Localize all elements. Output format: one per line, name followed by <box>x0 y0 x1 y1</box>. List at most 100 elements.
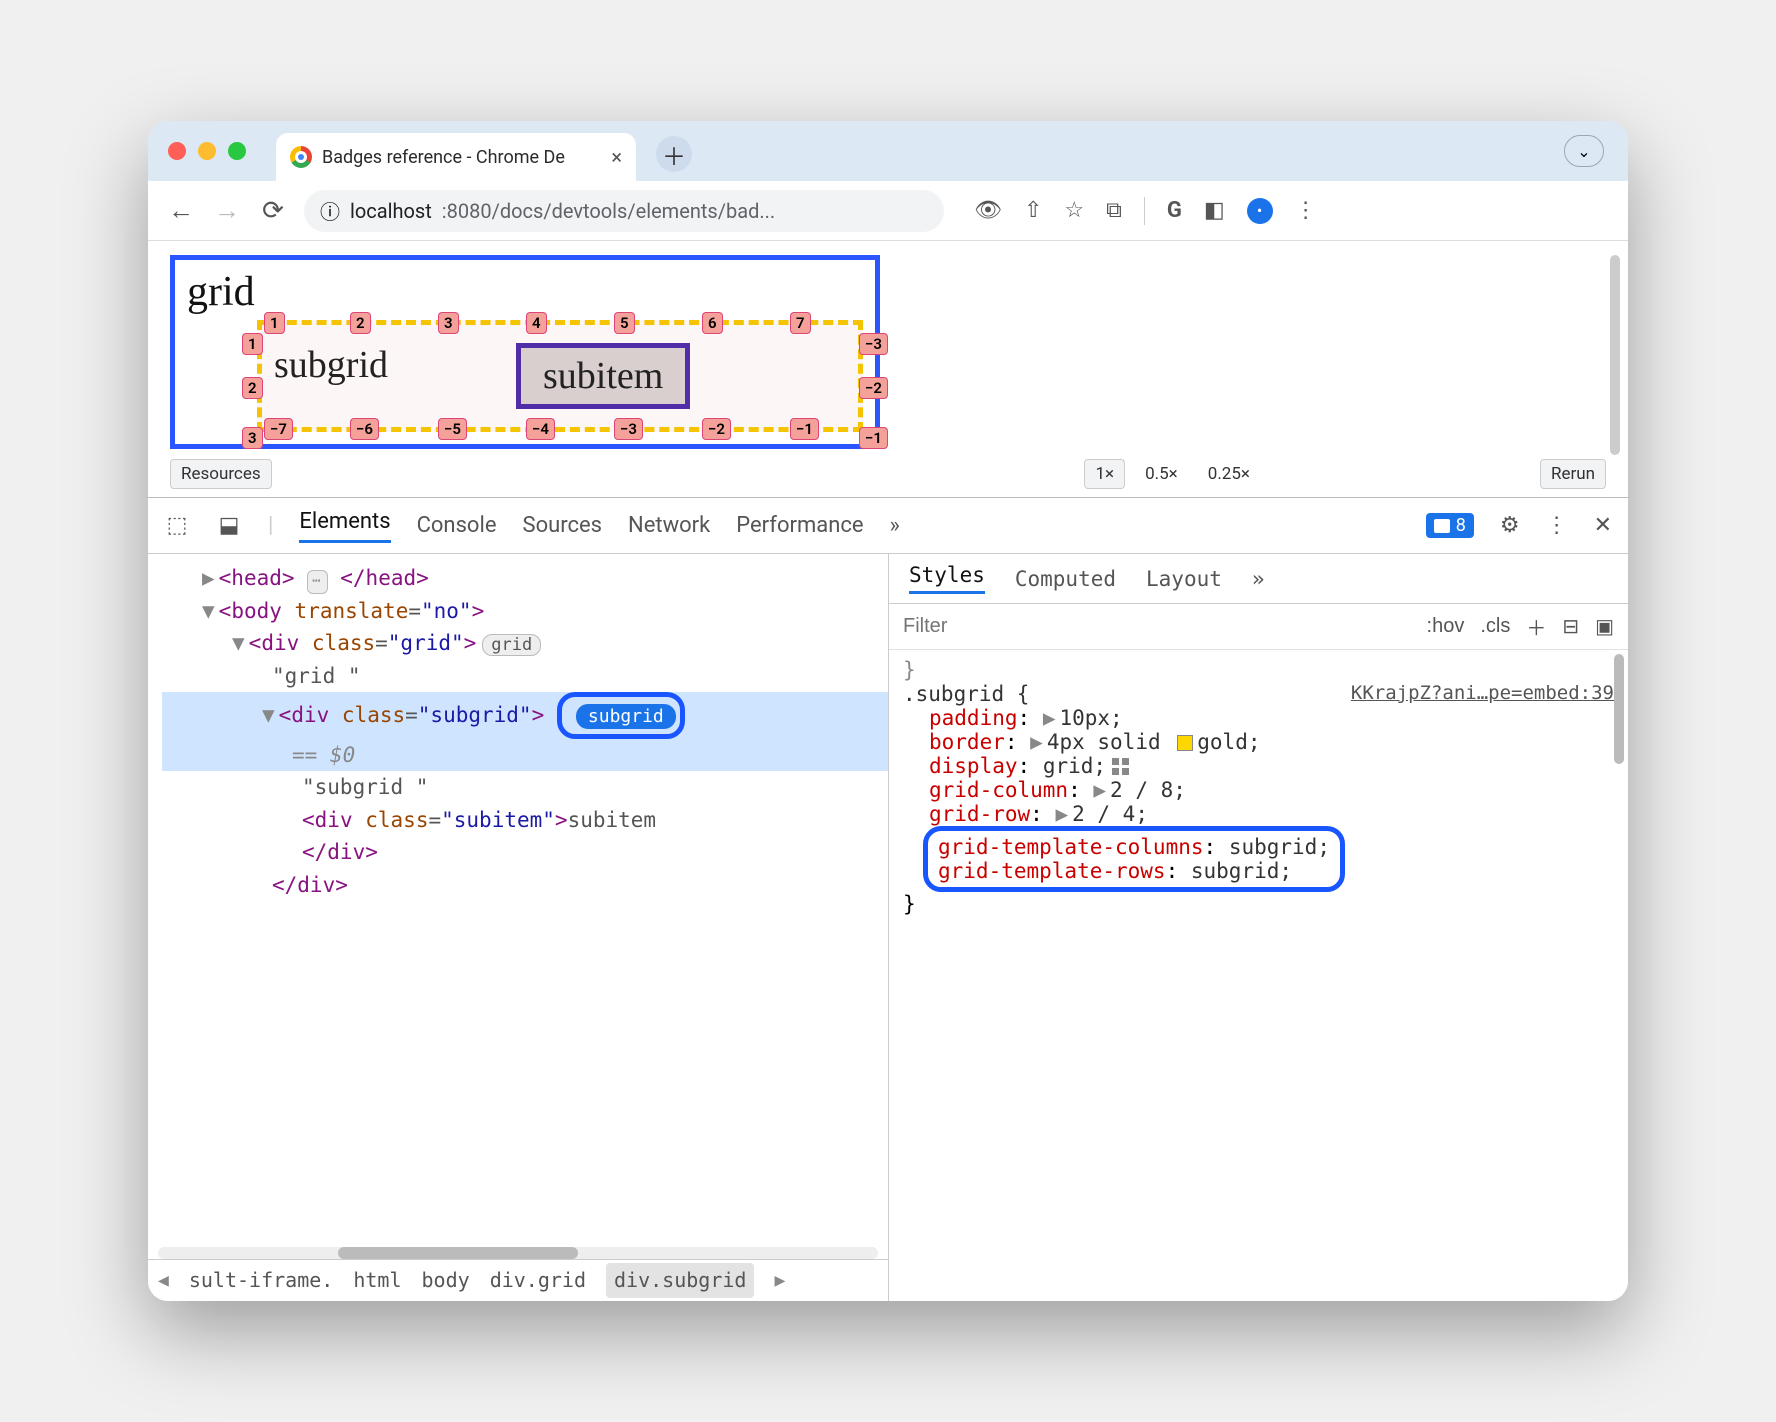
new-rule-icon[interactable]: ＋ <box>1526 612 1546 641</box>
prop-gtr[interactable]: grid-template-rows <box>938 859 1166 883</box>
new-tab-button[interactable]: ＋ <box>656 136 692 172</box>
hov-toggle[interactable]: :hov <box>1427 615 1465 638</box>
extensions-icon[interactable]: ⧉ <box>1106 198 1122 223</box>
prop-gridrow[interactable]: grid-row <box>929 802 1030 826</box>
grid-line-number: −2 <box>702 418 731 440</box>
color-swatch-icon[interactable] <box>1177 735 1193 751</box>
reader-icon[interactable]: ◧ <box>1204 198 1225 223</box>
crumb-next-icon[interactable]: ▶ <box>774 1267 785 1295</box>
dom-panel[interactable]: ▶<head> ⋯ </head> ▼<body translate="no">… <box>148 554 888 1301</box>
prop-padding[interactable]: padding <box>929 706 1018 730</box>
head-close: </head> <box>340 566 429 590</box>
val-padding[interactable]: 10px; <box>1059 706 1122 730</box>
collapsed-icon[interactable]: ⋯ <box>307 570 327 594</box>
scrollbar[interactable] <box>1614 654 1624 764</box>
menu-icon[interactable]: ⋮ <box>1295 198 1317 223</box>
val-subgrid: "subgrid" <box>418 703 532 727</box>
val-display[interactable]: grid; <box>1043 754 1106 778</box>
source-link[interactable]: KKrajpZ?ani…pe=embed:39 <box>1351 682 1614 706</box>
styles-tabs: Styles Computed Layout » <box>889 554 1628 604</box>
tab-elements[interactable]: Elements <box>299 509 390 543</box>
url-path: :8080/docs/devtools/elements/bad... <box>442 199 775 223</box>
tab-console[interactable]: Console <box>417 513 497 538</box>
box-icon[interactable]: ▣ <box>1595 614 1614 639</box>
tab-styles[interactable]: Styles <box>909 563 985 594</box>
crumb-body[interactable]: body <box>422 1265 470 1296</box>
resources-button[interactable]: Resources <box>170 459 272 489</box>
devtools-tabs: ⬚ ⬓ | Elements Console Sources Network P… <box>148 498 1628 554</box>
profile-avatar[interactable]: • <box>1247 198 1273 224</box>
scrollbar[interactable] <box>1610 255 1620 455</box>
close-devtools-icon[interactable]: ✕ <box>1594 513 1612 538</box>
grid-line-number: −3 <box>859 333 888 355</box>
val-border-pre[interactable]: 4px solid <box>1047 730 1161 754</box>
url-host: localhost <box>350 199 432 223</box>
site-info-icon[interactable]: ⓘ <box>320 196 340 225</box>
crumb-prev-icon[interactable]: ◀ <box>158 1267 169 1295</box>
minimize-window-icon[interactable] <box>198 142 216 160</box>
crumb-html[interactable]: html <box>353 1265 401 1296</box>
inspect-icon[interactable]: ⬚ <box>164 513 190 538</box>
zoom-05x[interactable]: 0.5× <box>1135 460 1188 488</box>
val-gtc[interactable]: subgrid; <box>1229 835 1330 859</box>
maximize-window-icon[interactable] <box>228 142 246 160</box>
back-button[interactable]: ← <box>166 195 196 226</box>
prop-gridcolumn[interactable]: grid-column <box>929 778 1068 802</box>
tab-performance[interactable]: Performance <box>736 513 863 538</box>
kebab-menu-icon[interactable]: ⋮ <box>1546 513 1568 538</box>
css-selector: .subgrid { <box>903 682 1029 706</box>
crumb-divsubgrid[interactable]: div.subgrid <box>606 1263 754 1298</box>
tab-computed[interactable]: Computed <box>1015 567 1116 591</box>
subgrid-container: 1 2 3 4 5 6 7 1 2 3 −3 −2 −1 −7 <box>257 320 863 432</box>
zoom-025x[interactable]: 0.25× <box>1198 460 1260 488</box>
val-gtr[interactable]: subgrid; <box>1191 859 1292 883</box>
close-div: </div> <box>302 840 378 864</box>
close-window-icon[interactable] <box>168 142 186 160</box>
chevron-down-icon[interactable]: ⌄ <box>1564 135 1604 167</box>
share-icon[interactable]: ⇧ <box>1024 198 1042 223</box>
device-toggle-icon[interactable]: ⬓ <box>216 513 242 538</box>
grid-line-number: −4 <box>526 418 555 440</box>
val-no: "no" <box>421 599 472 623</box>
dollar-zero: == $0 <box>292 743 355 767</box>
styles-toolbar: :hov .cls ＋ ⊟ ▣ <box>889 604 1628 650</box>
grid-editor-icon[interactable] <box>1112 758 1130 776</box>
crumb-iframe[interactable]: sult-iframe. <box>189 1265 334 1296</box>
issues-badge[interactable]: 8 <box>1426 513 1474 538</box>
settings-icon[interactable]: ⚙ <box>1500 513 1520 538</box>
grid-badge[interactable]: grid <box>482 634 541 656</box>
tab-network[interactable]: Network <box>628 513 710 538</box>
more-tabs-icon[interactable]: » <box>1252 567 1265 591</box>
forward-button[interactable]: → <box>212 195 242 226</box>
tab-sources[interactable]: Sources <box>523 513 603 538</box>
rerun-button[interactable]: Rerun <box>1540 459 1606 489</box>
prop-gtc[interactable]: grid-template-columns <box>938 835 1204 859</box>
css-close-brace: } <box>903 892 1614 916</box>
styles-body[interactable]: } .subgrid { KKrajpZ?ani…pe=embed:39 pad… <box>889 650 1628 1301</box>
crumb-divgrid[interactable]: div.grid <box>490 1265 586 1296</box>
reload-button[interactable]: ⟳ <box>258 196 288 226</box>
val-gridrow[interactable]: 2 / 4; <box>1072 802 1148 826</box>
chrome-window: Badges reference - Chrome De × ＋ ⌄ ← → ⟳… <box>148 121 1628 1301</box>
horizontal-scrollbar[interactable] <box>158 1247 878 1259</box>
subgrid-badge[interactable]: subgrid <box>576 704 676 729</box>
zoom-1x[interactable]: 1× <box>1084 459 1125 489</box>
more-tabs-icon[interactable]: » <box>890 513 900 538</box>
close-tab-icon[interactable]: × <box>611 145 622 169</box>
prop-display[interactable]: display <box>929 754 1018 778</box>
cls-toggle[interactable]: .cls <box>1480 615 1510 638</box>
eye-off-icon[interactable]: 👁 <box>974 198 1002 223</box>
val-border-color[interactable]: gold; <box>1197 730 1260 754</box>
devtools: ⬚ ⬓ | Elements Console Sources Network P… <box>148 497 1628 1301</box>
filter-input[interactable] <box>903 615 1411 638</box>
brush-icon[interactable]: ⊟ <box>1562 614 1579 639</box>
val-gridcolumn[interactable]: 2 / 8; <box>1110 778 1186 802</box>
separator <box>1144 197 1145 225</box>
address-bar[interactable]: ⓘ localhost :8080/docs/devtools/elements/… <box>304 190 944 232</box>
bookmark-icon[interactable]: ☆ <box>1064 198 1084 223</box>
tab-layout[interactable]: Layout <box>1146 567 1222 591</box>
browser-tab[interactable]: Badges reference - Chrome De × <box>276 133 636 181</box>
google-icon[interactable]: G <box>1167 198 1182 223</box>
text-grid: "grid " <box>272 664 361 688</box>
prop-border[interactable]: border <box>929 730 1005 754</box>
